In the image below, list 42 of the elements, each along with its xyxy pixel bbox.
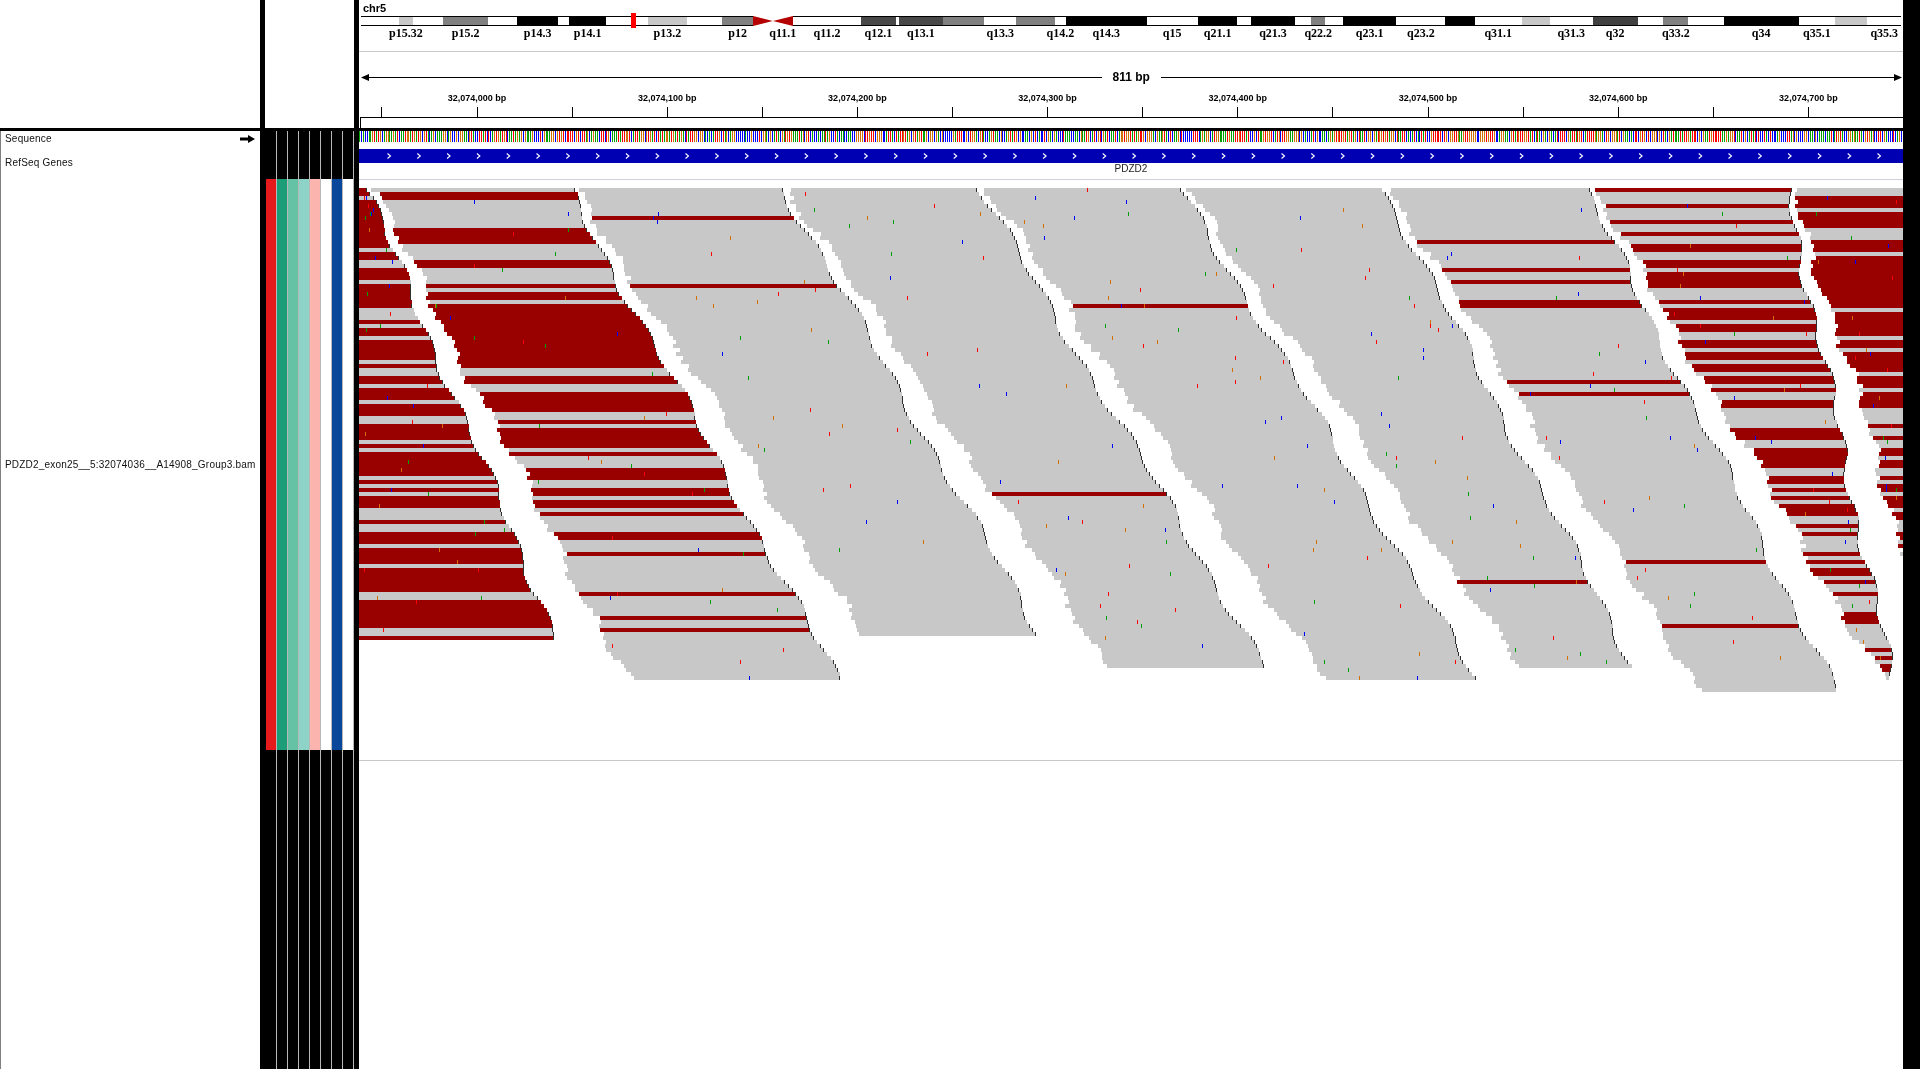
band-label: p15.2 — [451, 27, 480, 39]
band-label: q21.3 — [1259, 27, 1287, 39]
track-name[interactable]: RefSeq Genes — [5, 157, 73, 169]
ruler-tick-label: 32,074,000 bp — [447, 93, 507, 104]
band-label: q31.1 — [1484, 27, 1513, 39]
band-label: p14.3 — [523, 27, 552, 39]
ruler-tick-label: 32,074,600 bp — [1588, 93, 1648, 104]
band-label: q11.2 — [813, 27, 841, 39]
band-label: q32 — [1605, 27, 1625, 39]
band-label: q35.3 — [1870, 27, 1899, 39]
span-label: 811 bp — [1111, 70, 1151, 84]
band-label: q15 — [1162, 27, 1182, 39]
current-view-marker — [631, 13, 636, 28]
band-label: q34 — [1751, 27, 1771, 39]
band-label: q12.1 — [864, 27, 893, 39]
band-label: q13.3 — [986, 27, 1015, 39]
ruler-tick-label: 32,074,300 bp — [1018, 93, 1077, 104]
band-label: p13.2 — [653, 27, 682, 39]
band-label: p15.32 — [389, 27, 423, 39]
band-label: p12 — [728, 27, 747, 39]
band-label: q33.2 — [1661, 27, 1690, 39]
band-label: q21.1 — [1203, 27, 1232, 39]
gene-label: PDZD2 — [1114, 164, 1148, 173]
band-label: q11.1 — [769, 27, 797, 39]
band-label: q23.1 — [1355, 27, 1384, 39]
ruler-tick-label: 32,074,700 bp — [1779, 93, 1838, 104]
band-label: p14.1 — [573, 27, 602, 39]
ruler-tick-label: 32,074,100 bp — [637, 93, 697, 104]
band-label: q22.2 — [1304, 27, 1333, 39]
band-label: q23.2 — [1406, 27, 1435, 39]
band-label: q35.1 — [1803, 27, 1831, 39]
chromosome-name: chr5 — [363, 2, 388, 14]
band-label: q31.3 — [1557, 27, 1586, 39]
ruler-tick-label: 32,074,500 bp — [1398, 93, 1458, 104]
band-label: q14.2 — [1046, 27, 1075, 39]
track-name[interactable]: PDZD2_exon25__5:32074036__A14908_Group3.bam — [5, 458, 256, 471]
ruler-tick-label: 32,074,400 bp — [1208, 93, 1268, 104]
track-name[interactable]: Sequence — [5, 133, 52, 145]
ruler-tick-label: 32,074,200 bp — [828, 93, 887, 104]
band-label: q14.3 — [1092, 27, 1121, 39]
band-label: q13.1 — [906, 27, 935, 39]
arrow-right-icon[interactable] — [240, 135, 255, 143]
